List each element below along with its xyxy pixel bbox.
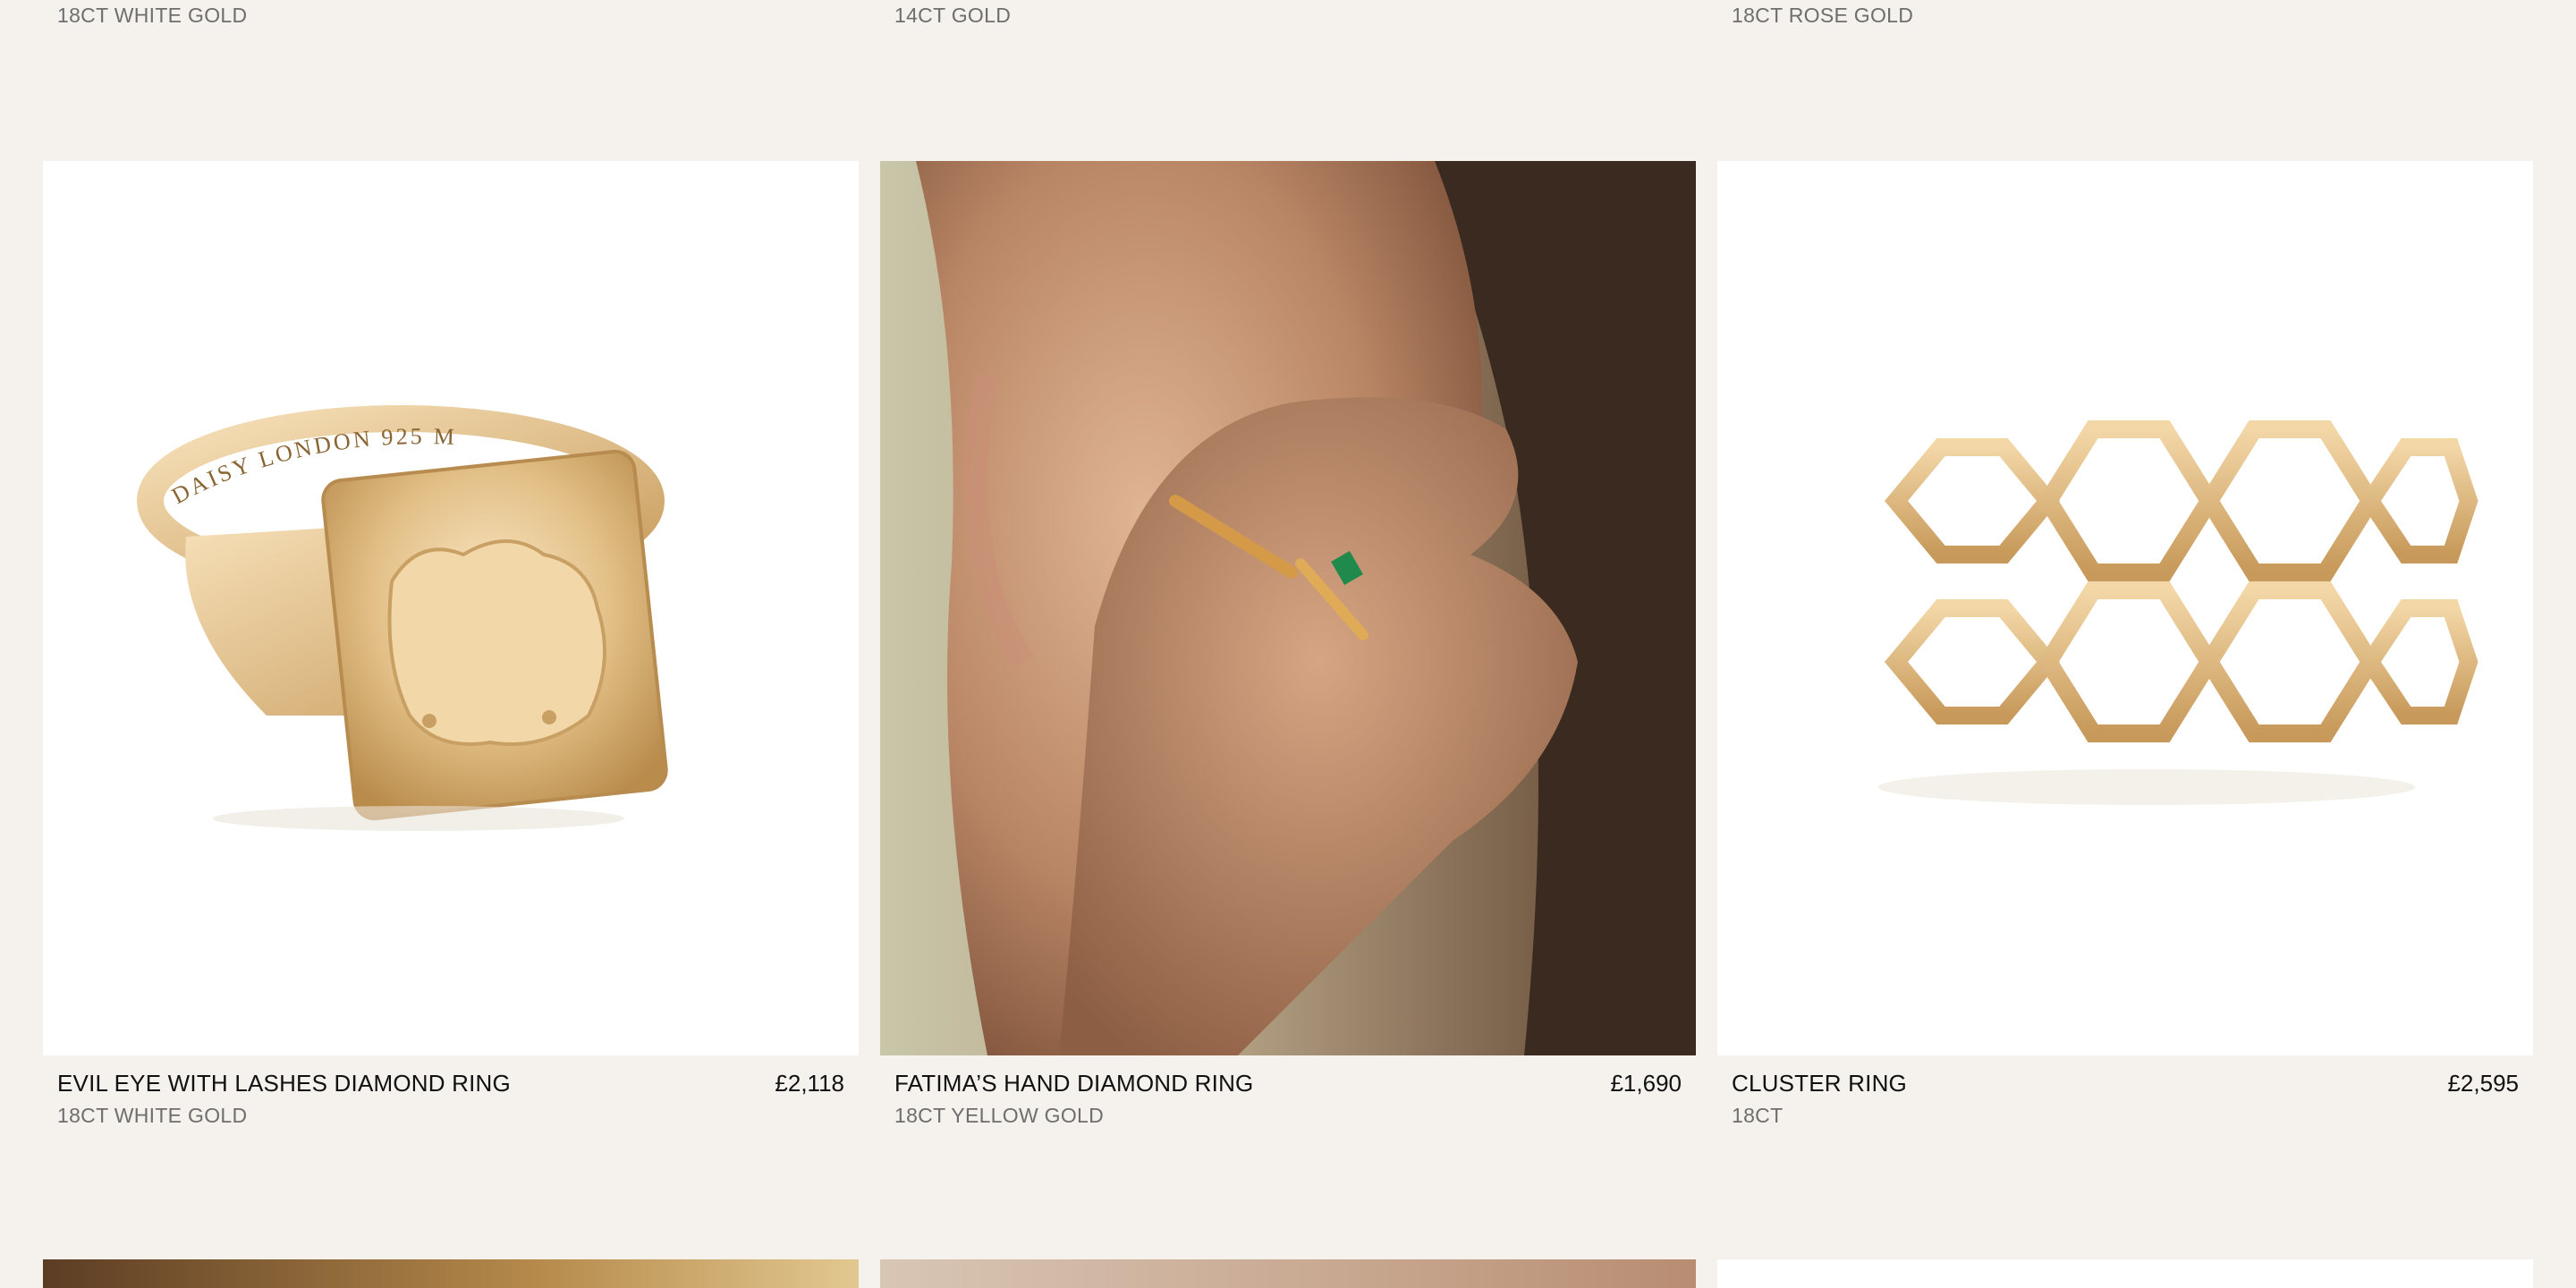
product-name[interactable]: EVIL EYE WITH LASHES DIAMOND RING [57, 1070, 511, 1097]
previous-product-material: 18CT ROSE GOLD [1732, 4, 1914, 27]
product-card[interactable]: DAISY LONDON 925 M EVIL EYE WITH LASHES … [43, 161, 859, 1127]
next-product-image[interactable] [880, 1259, 1696, 1288]
product-image-hexagon-ring[interactable] [1717, 161, 2533, 1055]
product-material: 18CT YELLOW GOLD [894, 1104, 1105, 1127]
product-image-model[interactable] [880, 161, 1696, 1055]
product-card[interactable]: FATIMA’S HAND DIAMOND RING £1,690 18CT Y… [880, 161, 1696, 1127]
product-material: 18CT WHITE GOLD [57, 1104, 248, 1127]
product-material: 18CT [1732, 1104, 1784, 1127]
signet-ring-photo: DAISY LONDON 925 M [137, 405, 668, 831]
product-listing-page: 18CT WHITE GOLD 14CT GOLD 18CT ROSE GOLD [0, 0, 2576, 1288]
product-name[interactable]: FATIMA’S HAND DIAMOND RING [894, 1070, 1253, 1097]
previous-product-material: 14CT GOLD [894, 4, 1012, 27]
product-price: £1,690 [1610, 1070, 1682, 1097]
product-card[interactable]: CLUSTER RING £2,595 18CT [1717, 161, 2533, 1127]
model-wearing-rings-photo [880, 161, 1696, 1055]
hexagon-band-ring-photo [1878, 420, 2479, 805]
previous-product-material: 18CT WHITE GOLD [57, 4, 248, 27]
product-name[interactable]: CLUSTER RING [1732, 1070, 1907, 1097]
product-price: £2,595 [2447, 1070, 2519, 1097]
product-image-signet-ring[interactable]: DAISY LONDON 925 M [43, 161, 859, 1055]
product-price: £2,118 [775, 1070, 844, 1097]
next-product-image[interactable] [1717, 1259, 2533, 1288]
next-product-image[interactable] [43, 1259, 859, 1288]
